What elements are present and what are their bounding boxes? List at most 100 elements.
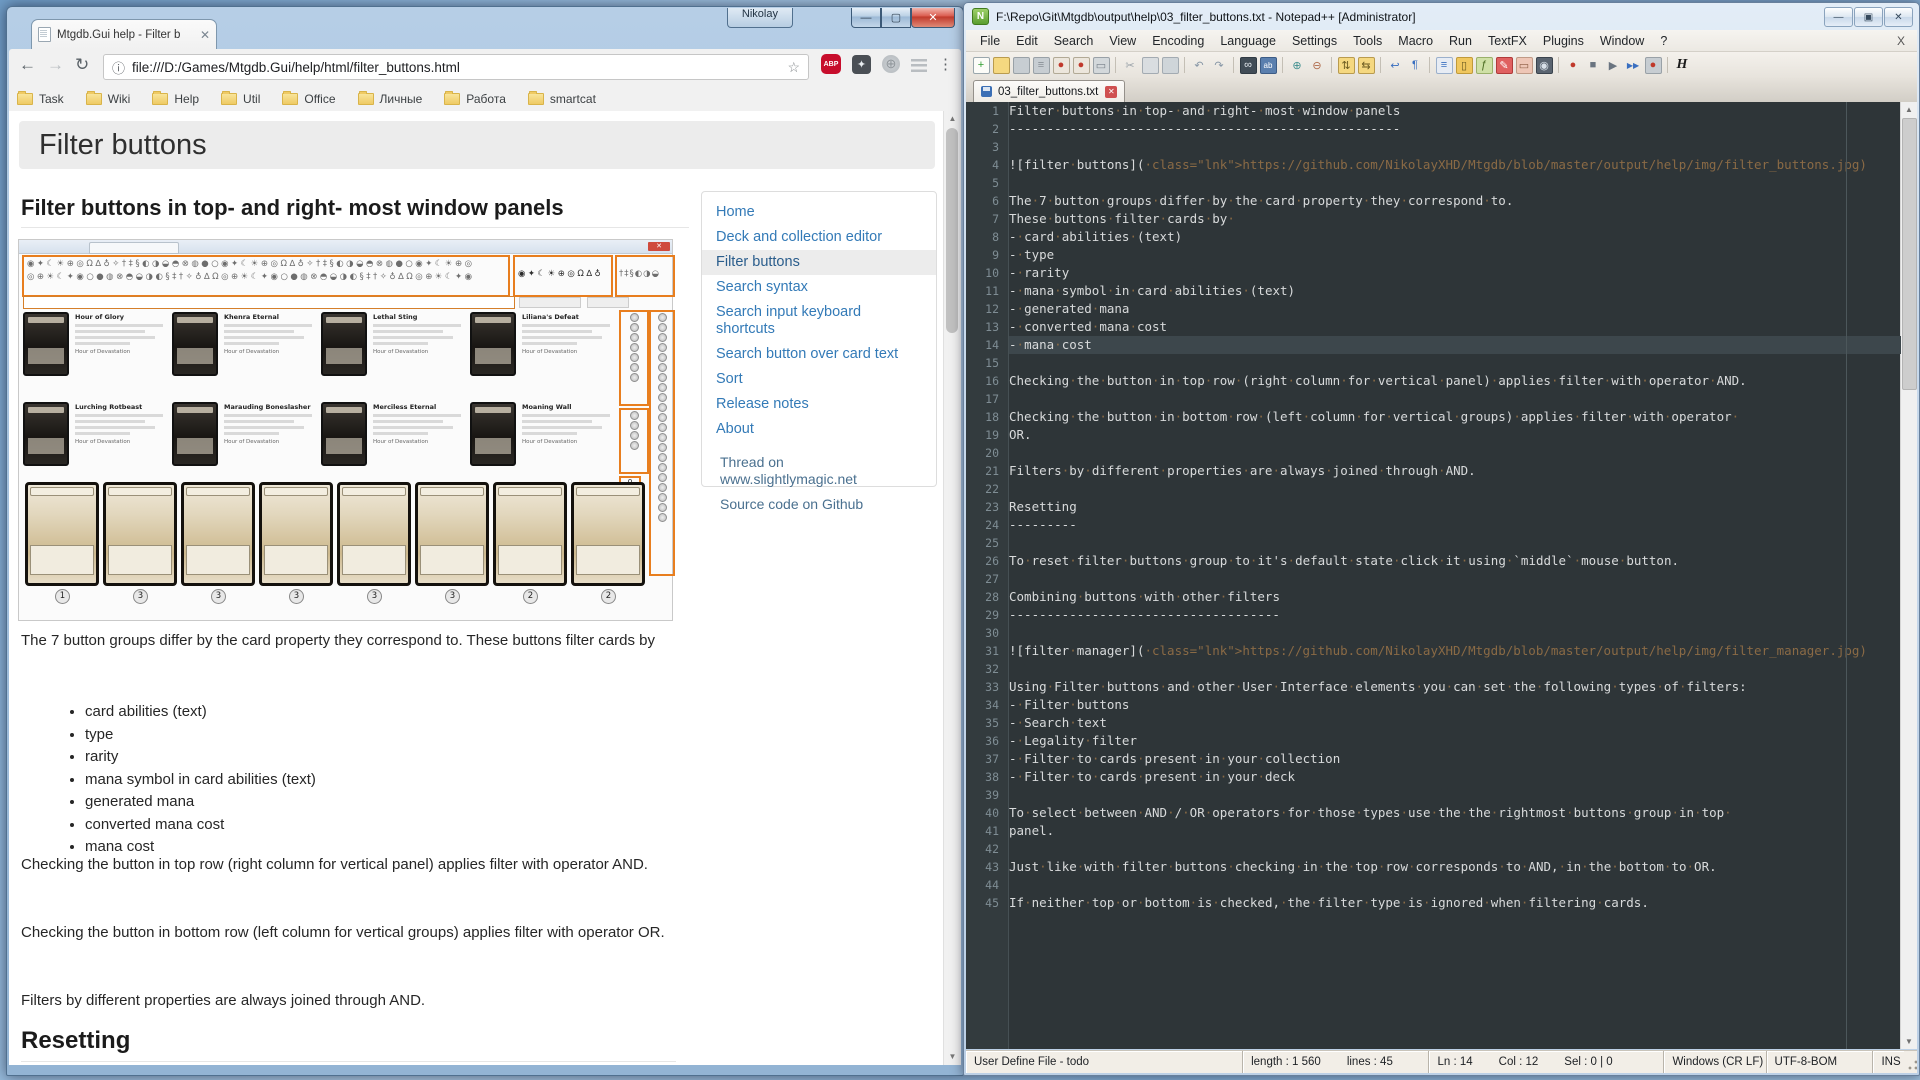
close-all-icon[interactable]: ● [1073, 57, 1090, 74]
bookmark-item[interactable]: Работа [444, 92, 506, 106]
npp-minimize-button[interactable]: — [1824, 7, 1853, 27]
nav-item-about[interactable]: About [702, 417, 936, 442]
save-copy-icon[interactable]: ≡ [1033, 57, 1050, 74]
scroll-up-icon[interactable]: ▲ [944, 111, 961, 127]
nav-item-search-button-over-card-text[interactable]: Search button over card text [702, 342, 936, 367]
nav-item-sort[interactable]: Sort [702, 367, 936, 392]
paste-icon[interactable] [1162, 57, 1179, 74]
bookmark-item[interactable]: Wiki [86, 92, 131, 106]
nav-item-search-syntax[interactable]: Search syntax [702, 275, 936, 300]
function-list-icon[interactable]: ƒ [1476, 57, 1493, 74]
close-icon[interactable]: ● [1053, 57, 1070, 74]
stop-macro-icon[interactable]: ■ [1585, 57, 1602, 74]
bookmark-item[interactable]: Office [282, 92, 335, 106]
npp-scroll-down-icon[interactable]: ▼ [1901, 1034, 1917, 1049]
nav-external-link[interactable]: Thread on www.slightlymagic.net [702, 450, 936, 492]
scrollbar-thumb[interactable] [946, 128, 958, 333]
bookmark-item[interactable]: smartcat [528, 92, 596, 106]
menu-settings[interactable]: Settings [1284, 34, 1345, 48]
url-text[interactable]: file:///D:/Games/Mtgdb.Gui/help/html/fil… [132, 60, 787, 75]
zoom-in-icon[interactable]: ⊕ [1289, 57, 1306, 74]
sync-v-icon[interactable]: ⇅ [1338, 57, 1355, 74]
resize-grip[interactable] [1904, 1051, 1917, 1073]
menu-view[interactable]: View [1101, 34, 1144, 48]
chrome-menu-icon[interactable]: ⋮ [938, 55, 953, 73]
bookmark-item[interactable]: Util [221, 92, 260, 106]
page-scrollbar[interactable]: ▲ ▼ [943, 111, 961, 1065]
textfx-h-icon[interactable]: H [1674, 57, 1691, 74]
zoom-out-icon[interactable]: ⊖ [1309, 57, 1326, 74]
adblock-plus-icon[interactable]: ABP [821, 54, 841, 74]
play-macro-icon[interactable]: ▶ [1605, 57, 1622, 74]
undo-icon[interactable]: ↶ [1191, 57, 1208, 74]
record-macro-icon[interactable]: ● [1565, 57, 1582, 74]
menu-?[interactable]: ? [1652, 34, 1675, 48]
save-macro-icon[interactable]: ● [1645, 57, 1662, 74]
print-icon[interactable]: ▭ [1093, 57, 1110, 74]
back-icon[interactable]: ← [19, 55, 36, 75]
replace-icon[interactable]: ab [1260, 57, 1277, 74]
npp-scrollbar[interactable]: ▲ ▼ [1900, 102, 1917, 1049]
status-insert-mode[interactable]: INS [1873, 1051, 1904, 1073]
menu-language[interactable]: Language [1212, 34, 1284, 48]
menu-run[interactable]: Run [1441, 34, 1480, 48]
bookmark-item[interactable]: Help [152, 92, 199, 106]
save-icon[interactable] [1013, 57, 1030, 74]
forward-icon[interactable]: → [47, 55, 64, 75]
doc-switcher-icon[interactable]: ✎ [1496, 57, 1513, 74]
sync-h-icon[interactable]: ⇆ [1358, 57, 1375, 74]
new-file-icon[interactable]: + [973, 57, 990, 74]
show-all-chars-icon[interactable]: ¶ [1407, 57, 1424, 74]
globe-extension-icon[interactable]: ⊕ [882, 55, 900, 73]
monitor-icon[interactable]: ◉ [1536, 57, 1553, 74]
redo-icon[interactable]: ↷ [1211, 57, 1228, 74]
menu-encoding[interactable]: Encoding [1144, 34, 1212, 48]
find-icon[interactable]: ∞ [1240, 57, 1257, 74]
maximize-button[interactable]: ▢ [881, 8, 911, 28]
tab-close-icon[interactable]: ✕ [200, 28, 210, 42]
menu-edit[interactable]: Edit [1008, 34, 1046, 48]
npp-tab-close-icon[interactable]: ✕ [1105, 86, 1117, 98]
address-bar[interactable]: ⓘ file:///D:/Games/Mtgdb.Gui/help/html/f… [103, 54, 809, 80]
bookmark-item[interactable]: Личные [358, 92, 423, 106]
editor-text[interactable]: Filter·buttons·in·top-·and·right-·most·w… [1009, 102, 1901, 1049]
npp-close-button[interactable]: ✕ [1884, 7, 1913, 27]
menu-window[interactable]: Window [1592, 34, 1652, 48]
indent-guide-icon[interactable]: ≡ [1436, 57, 1453, 74]
menu-plugins[interactable]: Plugins [1535, 34, 1592, 48]
doc-map-icon[interactable]: ▯ [1456, 57, 1473, 74]
bookmark-star-icon[interactable]: ☆ [787, 59, 800, 76]
minimize-button[interactable]: — [851, 8, 881, 28]
nav-item-search-input-keyboard-shortcuts[interactable]: Search input keyboard shortcuts [702, 300, 936, 342]
menu-textfx[interactable]: TextFX [1480, 34, 1535, 48]
chrome-profile-button[interactable]: Nikolay [727, 8, 793, 28]
page-info-icon[interactable]: ⓘ [112, 58, 125, 77]
list-extension-icon[interactable] [911, 59, 927, 72]
npp-scroll-up-icon[interactable]: ▲ [1901, 102, 1917, 117]
menu-file[interactable]: File [972, 34, 1008, 48]
menu-macro[interactable]: Macro [1390, 34, 1441, 48]
copy-icon[interactable] [1142, 57, 1159, 74]
nav-item-filter-buttons[interactable]: Filter buttons [702, 250, 936, 275]
word-wrap-icon[interactable]: ↩ [1387, 57, 1404, 74]
npp-restore-button[interactable]: ▣ [1854, 7, 1883, 27]
npp-document-tab[interactable]: 03_filter_buttons.txt ✕ [973, 80, 1125, 102]
extension-icon[interactable]: ✦ [852, 55, 871, 74]
scroll-down-icon[interactable]: ▼ [944, 1049, 961, 1065]
refresh-icon[interactable]: ↻ [75, 55, 89, 75]
nav-item-release-notes[interactable]: Release notes [702, 392, 936, 417]
cut-icon[interactable]: ✂ [1122, 57, 1139, 74]
folder-as-workspace-icon[interactable]: ▭ [1516, 57, 1533, 74]
nav-item-deck-and-collection-editor[interactable]: Deck and collection editor [702, 225, 936, 250]
browser-tab[interactable]: Mtgdb.Gui help - Filter b ✕ [31, 19, 217, 49]
npp-editor[interactable]: 1234567891011121314151617181920212223242… [966, 102, 1901, 1049]
nav-external-link[interactable]: Source code on Github [702, 492, 936, 517]
close-button[interactable]: ✕ [911, 8, 955, 28]
menu-search[interactable]: Search [1046, 34, 1102, 48]
run-macro-multiple-icon[interactable]: ▶▶ [1625, 57, 1642, 74]
npp-scrollbar-thumb[interactable] [1902, 118, 1917, 390]
bookmark-item[interactable]: Task [17, 92, 64, 106]
open-icon[interactable] [993, 57, 1010, 74]
menu-tools[interactable]: Tools [1345, 34, 1390, 48]
menubar-close-icon[interactable]: X [1897, 34, 1911, 48]
